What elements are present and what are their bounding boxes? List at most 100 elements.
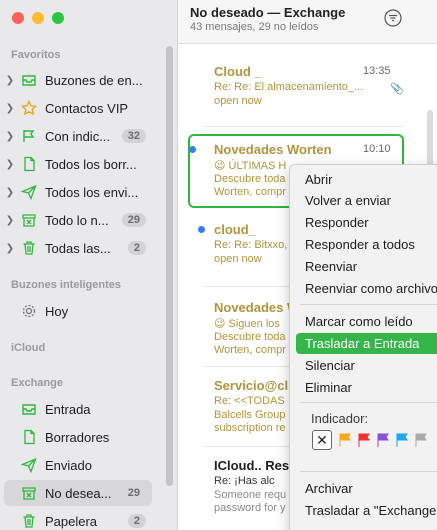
minimize-window-button[interactable] <box>32 12 44 24</box>
message-sender: Servicio@cl <box>214 378 289 393</box>
sidebar-item-borradores[interactable]: Borradores <box>4 424 152 450</box>
sidebar-item-hoy[interactable]: Hoy <box>4 298 152 324</box>
zoom-window-button[interactable] <box>52 12 64 24</box>
sidebar-item-vip[interactable]: ❯ Contactos VIP <box>4 95 152 121</box>
menu-item-responder-todos[interactable]: Responder a todos <box>296 234 437 255</box>
message-sender: Cloud _ <box>214 64 262 79</box>
message-sender: Novedades Worten <box>214 142 332 157</box>
chevron-right-icon[interactable]: ❯ <box>4 243 16 254</box>
message-time: 13:35 <box>363 65 391 77</box>
chevron-right-icon[interactable]: ❯ <box>4 159 16 170</box>
indicador-label: Indicador: <box>311 411 369 426</box>
mailbox-subtitle: 43 mensajes, 29 no leídos <box>190 21 319 33</box>
chevron-right-icon[interactable]: ❯ <box>4 131 16 142</box>
message-preview: Descubre toda Worten, compr <box>214 331 286 356</box>
sidebar-item-indicadores[interactable]: ❯ Con indic... 32 <box>4 123 152 149</box>
gray-flag-icon[interactable] <box>414 433 427 447</box>
sidebar-item-papelera-all[interactable]: ❯ Todas las... 2 <box>4 235 152 261</box>
menu-item-responder[interactable]: Responder <box>296 212 437 233</box>
menu-item-trasladar-entrada[interactable]: Trasladar a Entrada <box>296 333 437 354</box>
section-buzones-inteligentes: Buzones inteligentes <box>11 279 122 291</box>
menu-item-trasladar-exchange[interactable]: Trasladar a "Exchange <box>296 500 437 521</box>
paperplane-icon <box>19 456 39 474</box>
menu-item-abrir[interactable]: Abrir <box>296 169 437 190</box>
sidebar-item-entrada[interactable]: Entrada <box>4 396 152 422</box>
sidebar-item-label: Contactos VIP <box>45 100 129 116</box>
menu-item-reenviar-archivo[interactable]: Reenviar como archivo <box>296 278 437 299</box>
menu-item-silenciar[interactable]: Silenciar <box>296 355 437 376</box>
sidebar-item-label: No desea... <box>45 485 112 501</box>
sidebar-item-papelera[interactable]: Papelera 2 <box>4 508 152 530</box>
menu-separator <box>300 471 437 472</box>
trash-icon <box>19 512 39 530</box>
menu-separator <box>300 304 437 305</box>
sidebar-item-label: Todos los borr... <box>45 156 137 172</box>
message-sender: ICloud.. Res <box>214 458 290 473</box>
menu-item-marcar-leido[interactable]: Marcar como leído <box>296 311 437 332</box>
menu-item-archivar[interactable]: Archivar <box>296 478 437 499</box>
junk-icon <box>19 484 39 502</box>
chevron-right-icon[interactable]: ❯ <box>4 215 16 226</box>
message-preview: Balcells Group subscription re <box>214 409 286 434</box>
sidebar-item-label: Borradores <box>45 429 110 445</box>
menu-item-reenviar[interactable]: Reenviar <box>296 256 437 277</box>
menu-separator <box>300 402 437 403</box>
flag-picker: ✕ <box>312 430 427 450</box>
unread-dot-icon <box>189 146 196 153</box>
paperplane-icon <box>19 183 39 201</box>
sidebar-item-label: Todas las... <box>45 240 111 256</box>
message-row[interactable]: Cloud _ 13:35 Re: Re: El almacenamiento_… <box>188 56 404 130</box>
trash-icon <box>19 239 39 257</box>
sidebar: Favoritos ❯ Buzones de en... ❯ Contactos… <box>0 0 178 530</box>
orange-flag-icon[interactable] <box>338 433 351 447</box>
message-subject: Re: ¡Has alc <box>214 475 275 487</box>
menu-item-volver-a-enviar[interactable]: Volver a enviar <box>296 190 437 211</box>
unread-dot-icon <box>198 226 205 233</box>
sidebar-item-label: Hoy <box>45 303 69 319</box>
context-menu: Abrir Volver a enviar Responder Responde… <box>289 164 437 530</box>
close-window-button[interactable] <box>12 12 24 24</box>
sidebar-item-label: Todos los envi... <box>45 184 139 200</box>
purple-flag-icon[interactable] <box>376 433 389 447</box>
star-icon <box>19 99 39 117</box>
paperclip-icon: 📎 <box>390 83 404 95</box>
sidebar-item-junk-all[interactable]: ❯ Todo lo n... 29 <box>4 207 152 233</box>
divider <box>202 126 404 127</box>
filter-icon[interactable] <box>384 9 402 27</box>
sidebar-item-enviados-all[interactable]: ❯ Todos los envi... <box>4 179 152 205</box>
unread-count-badge: 29 <box>121 213 146 227</box>
unread-count-badge: 32 <box>121 129 146 143</box>
sidebar-scrollbar[interactable] <box>166 46 173 486</box>
message-subject: Re: Re: Bitxxo, <box>214 239 288 251</box>
message-sender: Novedades W <box>214 300 300 315</box>
chevron-right-icon[interactable]: ❯ <box>4 103 16 114</box>
message-preview: open now <box>214 95 262 107</box>
doc-icon <box>19 428 39 446</box>
chevron-right-icon[interactable]: ❯ <box>4 187 16 198</box>
sidebar-item-no-deseado[interactable]: No desea... 29 <box>4 480 152 506</box>
flag-icon <box>19 127 39 145</box>
doc-icon <box>19 155 39 173</box>
unread-count-badge: 29 <box>127 487 140 499</box>
message-subject: Re: Re: El almacenamiento_... <box>214 81 364 93</box>
blue-flag-icon[interactable] <box>395 433 408 447</box>
clear-flag-icon[interactable]: ✕ <box>312 430 332 450</box>
sidebar-item-label: Enviado <box>45 457 92 473</box>
sidebar-item-borradores-all[interactable]: ❯ Todos los borr... <box>4 151 152 177</box>
sidebar-item-label: Todo lo n... <box>45 212 109 228</box>
section-icloud[interactable]: iCloud <box>11 342 45 354</box>
sidebar-item-label: Con indic... <box>45 128 111 144</box>
menu-item-eliminar[interactable]: Eliminar <box>296 377 437 398</box>
message-subject: 😉 ÚLTIMAS H <box>214 160 287 172</box>
gear-icon <box>19 302 39 320</box>
message-preview: Descubre toda Worten, compr <box>214 173 286 198</box>
chevron-right-icon[interactable]: ❯ <box>4 75 16 86</box>
sidebar-item-buzones[interactable]: ❯ Buzones de en... <box>4 67 152 93</box>
sidebar-item-enviado[interactable]: Enviado <box>4 452 152 478</box>
section-exchange[interactable]: Exchange <box>11 377 63 389</box>
tray-icon <box>19 400 39 418</box>
unread-count-badge: 2 <box>127 241 146 255</box>
window-controls <box>12 12 64 24</box>
red-flag-icon[interactable] <box>357 433 370 447</box>
mailbox-title: No deseado — Exchange <box>190 5 346 20</box>
